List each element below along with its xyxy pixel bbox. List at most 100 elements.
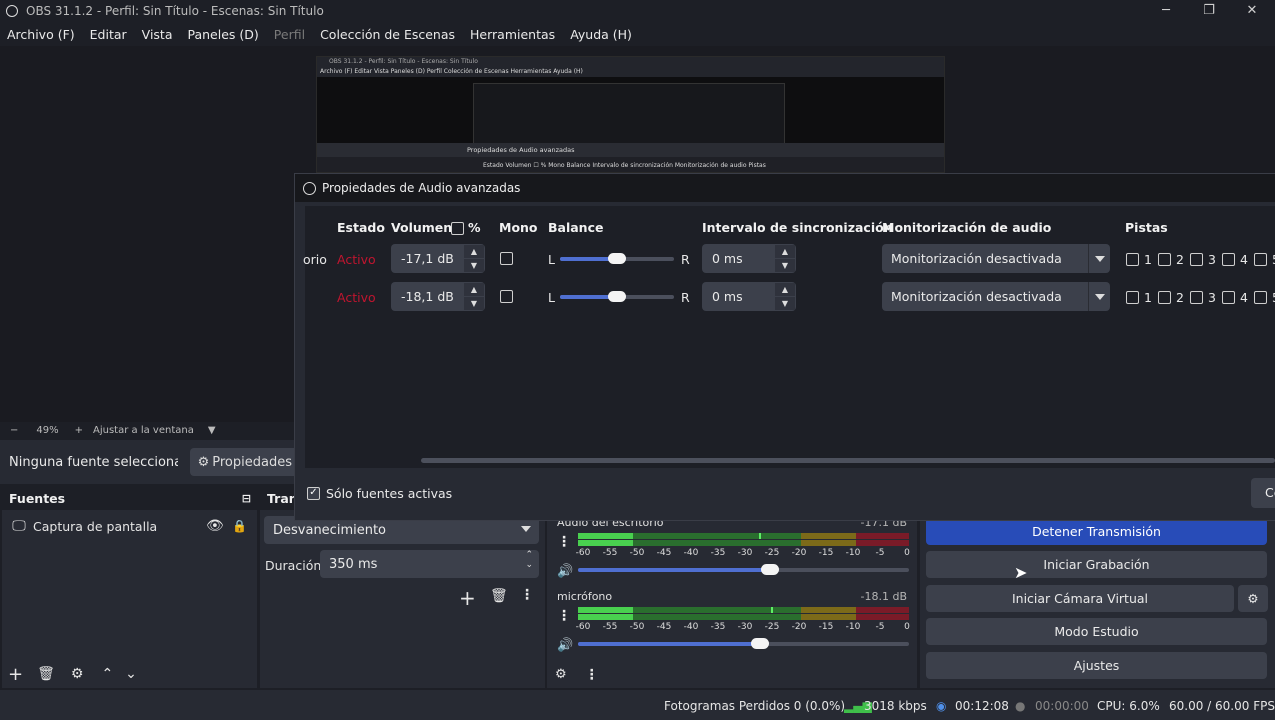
gear-icon[interactable]: ⚙ <box>71 666 84 682</box>
zoom-in-button[interactable]: + <box>75 425 83 436</box>
chevron-down-icon[interactable]: ⌃ ⌄ <box>525 550 533 570</box>
virtual-camera-settings-icon[interactable]: ⚙ <box>1238 585 1268 612</box>
balance-slider[interactable] <box>560 291 674 302</box>
menu-ayuda[interactable]: Ayuda (H) <box>570 27 632 42</box>
settings-button[interactable]: Ajustes <box>926 652 1267 679</box>
level-meter-bottom <box>578 540 909 546</box>
track-checkbox[interactable] <box>1254 253 1267 266</box>
scale-tick: -45 <box>656 548 672 558</box>
channel-menu-icon[interactable]: ⋮ <box>557 532 571 552</box>
chevron-up-icon[interactable]: ▲ <box>775 245 795 258</box>
properties-button[interactable]: ⚙ Propiedades <box>189 448 300 476</box>
only-active-checkbox[interactable]: ✓ <box>307 487 320 500</box>
balance-handle[interactable] <box>608 253 626 264</box>
track-checkbox[interactable] <box>1222 291 1235 304</box>
maximize-button[interactable]: ❐ <box>1189 2 1229 20</box>
track-3[interactable]: 3 <box>1190 290 1216 305</box>
volume-handle[interactable] <box>760 564 779 575</box>
close-window-button[interactable]: ✕ <box>1232 2 1272 20</box>
track-checkbox[interactable] <box>1126 291 1139 304</box>
lock-icon[interactable]: 🔒 <box>232 519 247 533</box>
level-meter-bottom <box>578 614 909 620</box>
speaker-icon[interactable]: 🔊 <box>557 638 573 653</box>
menu-archivo[interactable]: Archivo (F) <box>7 27 75 42</box>
trash-icon[interactable]: 🗑 <box>490 588 508 604</box>
undock-icon[interactable]: ⊟ <box>242 492 251 505</box>
sync-offset-spinbox[interactable]: 0 ms ▲ ▼ <box>702 282 796 311</box>
advanced-audio-gear-icon[interactable]: ⚙ <box>555 667 567 682</box>
track-2[interactable]: 2 <box>1158 252 1184 267</box>
track-5[interactable]: 5 <box>1254 252 1275 267</box>
chevron-down-icon[interactable]: ▼ <box>775 259 795 272</box>
track-1[interactable]: 1 <box>1126 290 1152 305</box>
speaker-icon[interactable]: 🔊 <box>557 564 573 579</box>
volume-spinbox[interactable]: -18,1 dB ▲ ▼ <box>391 282 485 311</box>
chevron-down-icon[interactable]: ▼ <box>464 297 484 310</box>
balance-slider[interactable] <box>560 253 674 264</box>
source-item[interactable]: 🖵 Captura de pantalla 👁 🔒 <box>2 514 257 538</box>
chevron-down-icon[interactable]: ▼ <box>464 259 484 272</box>
menu-vista[interactable]: Vista <box>142 27 173 42</box>
menu-herramientas[interactable]: Herramientas <box>470 27 555 42</box>
only-active-sources[interactable]: ✓ Sólo fuentes activas <box>307 486 452 501</box>
volume-handle[interactable] <box>751 638 770 649</box>
track-5[interactable]: 5 <box>1254 290 1275 305</box>
scale-tick: 0 <box>904 548 910 558</box>
track-checkbox[interactable] <box>1190 253 1203 266</box>
eye-icon[interactable]: 👁 <box>206 518 224 534</box>
track-checkbox[interactable] <box>1190 291 1203 304</box>
track-4[interactable]: 4 <box>1222 290 1248 305</box>
trash-icon[interactable]: 🗑 <box>37 666 55 682</box>
balance-handle[interactable] <box>608 291 626 302</box>
mono-checkbox[interactable] <box>500 290 513 303</box>
virtual-camera-button[interactable]: Iniciar Cámara Virtual <box>926 585 1234 612</box>
percent-checkbox[interactable] <box>451 222 464 235</box>
volume-spinbox[interactable]: -17,1 dB ▲ ▼ <box>391 244 485 273</box>
track-label: 1 <box>1144 290 1152 305</box>
track-4[interactable]: 4 <box>1222 252 1248 267</box>
track-checkbox[interactable] <box>1222 253 1235 266</box>
horizontal-scrollbar[interactable] <box>421 458 1275 463</box>
monitoring-select[interactable]: Monitorización desactivada <box>882 244 1110 273</box>
up-icon[interactable]: ⌃ <box>101 666 113 682</box>
zoom-dropdown-icon[interactable]: ▼ <box>208 425 216 436</box>
volume-slider[interactable] <box>578 638 909 649</box>
menu-coleccion-escenas[interactable]: Colección de Escenas <box>320 27 455 42</box>
track-1[interactable]: 1 <box>1126 252 1152 267</box>
studio-mode-button[interactable]: Modo Estudio <box>926 618 1267 645</box>
track-2[interactable]: 2 <box>1158 290 1184 305</box>
chevron-up-icon[interactable]: ▲ <box>464 245 484 258</box>
track-checkbox[interactable] <box>1126 253 1139 266</box>
add-transition-icon[interactable]: + <box>459 586 476 610</box>
scale-tick: -20 <box>791 622 807 632</box>
add-icon[interactable]: + <box>8 664 23 685</box>
chevron-up-icon[interactable]: ▲ <box>464 283 484 296</box>
scale-tick: -60 <box>575 622 591 632</box>
monitoring-select[interactable]: Monitorización desactivada <box>882 282 1110 311</box>
track-checkbox[interactable] <box>1254 291 1267 304</box>
stop-stream-button[interactable]: Detener Transmisión <box>926 518 1267 545</box>
minimize-button[interactable]: ─ <box>1146 2 1186 20</box>
menu-bar: Archivo (F) Editar Vista Paneles (D) Per… <box>0 22 1275 46</box>
close-button[interactable]: Ce <box>1251 478 1275 508</box>
down-icon[interactable]: ⌄ <box>125 666 137 682</box>
track-checkbox[interactable] <box>1158 291 1171 304</box>
chevron-down-icon[interactable]: ▼ <box>775 297 795 310</box>
dialog-title: Propiedades de Audio avanzadas <box>322 181 521 195</box>
start-recording-button[interactable]: Iniciar Grabación <box>926 551 1267 578</box>
menu-perfil[interactable]: Perfil <box>274 27 305 42</box>
track-checkbox[interactable] <box>1158 253 1171 266</box>
chevron-up-icon[interactable]: ▲ <box>775 283 795 296</box>
mixer-channel-desktop: Audio del escritorio -17.1 dB ⋮ -60 -55 … <box>547 516 917 588</box>
menu-editar[interactable]: Editar <box>90 27 127 42</box>
duration-spinbox[interactable]: 350 ms ⌃ ⌄ <box>320 550 539 578</box>
volume-slider[interactable] <box>578 564 909 575</box>
mono-checkbox[interactable] <box>500 252 513 265</box>
zoom-out-button[interactable]: − <box>10 425 18 436</box>
sync-offset-spinbox[interactable]: 0 ms ▲ ▼ <box>702 244 796 273</box>
more-options-icon[interactable]: ⋮ <box>520 587 534 603</box>
track-3[interactable]: 3 <box>1190 252 1216 267</box>
channel-menu-icon[interactable]: ⋮ <box>557 606 571 626</box>
menu-paneles[interactable]: Paneles (D) <box>188 27 259 42</box>
more-options-icon[interactable]: ⋮ <box>585 667 599 683</box>
